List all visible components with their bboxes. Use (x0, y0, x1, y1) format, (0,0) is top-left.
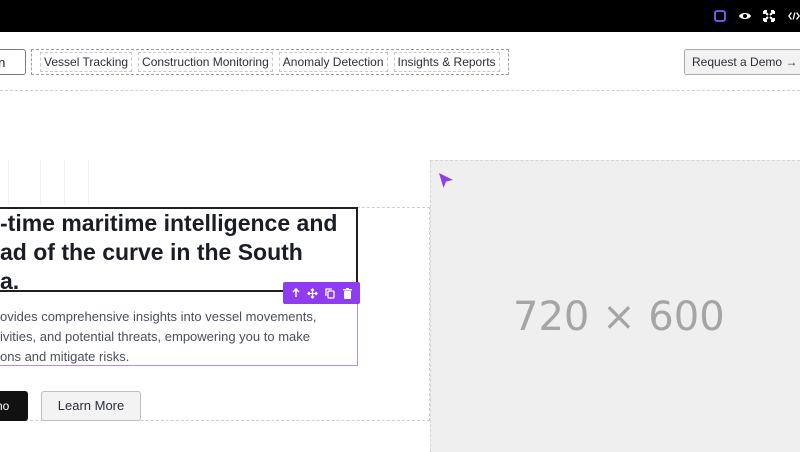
nav-insights-reports[interactable]: Insights & Reports (393, 52, 500, 72)
learn-more-button[interactable]: Learn More (41, 391, 141, 421)
headline-line: ad of the curve in the South (0, 239, 303, 265)
headline-line: a. (0, 268, 20, 292)
site-header: ian Vessel Tracking Construction Monitor… (0, 32, 800, 91)
main-nav: Vessel Tracking Construction Monitoring … (31, 49, 509, 75)
element-toolbar (283, 282, 360, 304)
description-line: ovides comprehensive insights into vesse… (0, 309, 317, 324)
decor-line (88, 160, 89, 205)
fullscreen-icon[interactable] (762, 7, 776, 25)
nav-construction-monitoring[interactable]: Construction Monitoring (138, 52, 273, 72)
cursor-arrow-icon (438, 172, 454, 195)
brand-logo-text[interactable]: ian (0, 49, 26, 75)
nav-vessel-tracking[interactable]: Vessel Tracking (40, 52, 133, 72)
description-line: ons and mitigate risks. (0, 349, 130, 364)
decor-line (40, 160, 41, 205)
hero-description[interactable]: ovides comprehensive insights into vesse… (0, 304, 358, 366)
description-line: ivities, and potential threats, empoweri… (0, 329, 311, 344)
request-demo-button[interactable]: Request a Demo → (684, 49, 800, 75)
top-bar (0, 0, 800, 32)
decor-line (8, 160, 9, 205)
code-icon[interactable] (788, 7, 800, 25)
placeholder-dimensions: 720 × 600 (513, 294, 725, 340)
arrow-up-icon[interactable] (289, 286, 303, 300)
request-demo-hero-button[interactable]: no (0, 391, 28, 421)
decor-line (64, 160, 65, 205)
headline-line: -time maritime intelligence and (0, 210, 338, 236)
duplicate-icon[interactable] (323, 286, 337, 300)
move-icon[interactable] (306, 286, 320, 300)
trash-icon[interactable] (340, 286, 354, 300)
square-icon[interactable] (713, 7, 727, 25)
hero-image-placeholder: 720 × 600 (430, 160, 800, 452)
nav-anomaly-detection[interactable]: Anomaly Detection (278, 52, 388, 72)
eye-icon[interactable] (737, 7, 753, 25)
hero-headline[interactable]: -time maritime intelligence and ad of th… (0, 207, 358, 292)
